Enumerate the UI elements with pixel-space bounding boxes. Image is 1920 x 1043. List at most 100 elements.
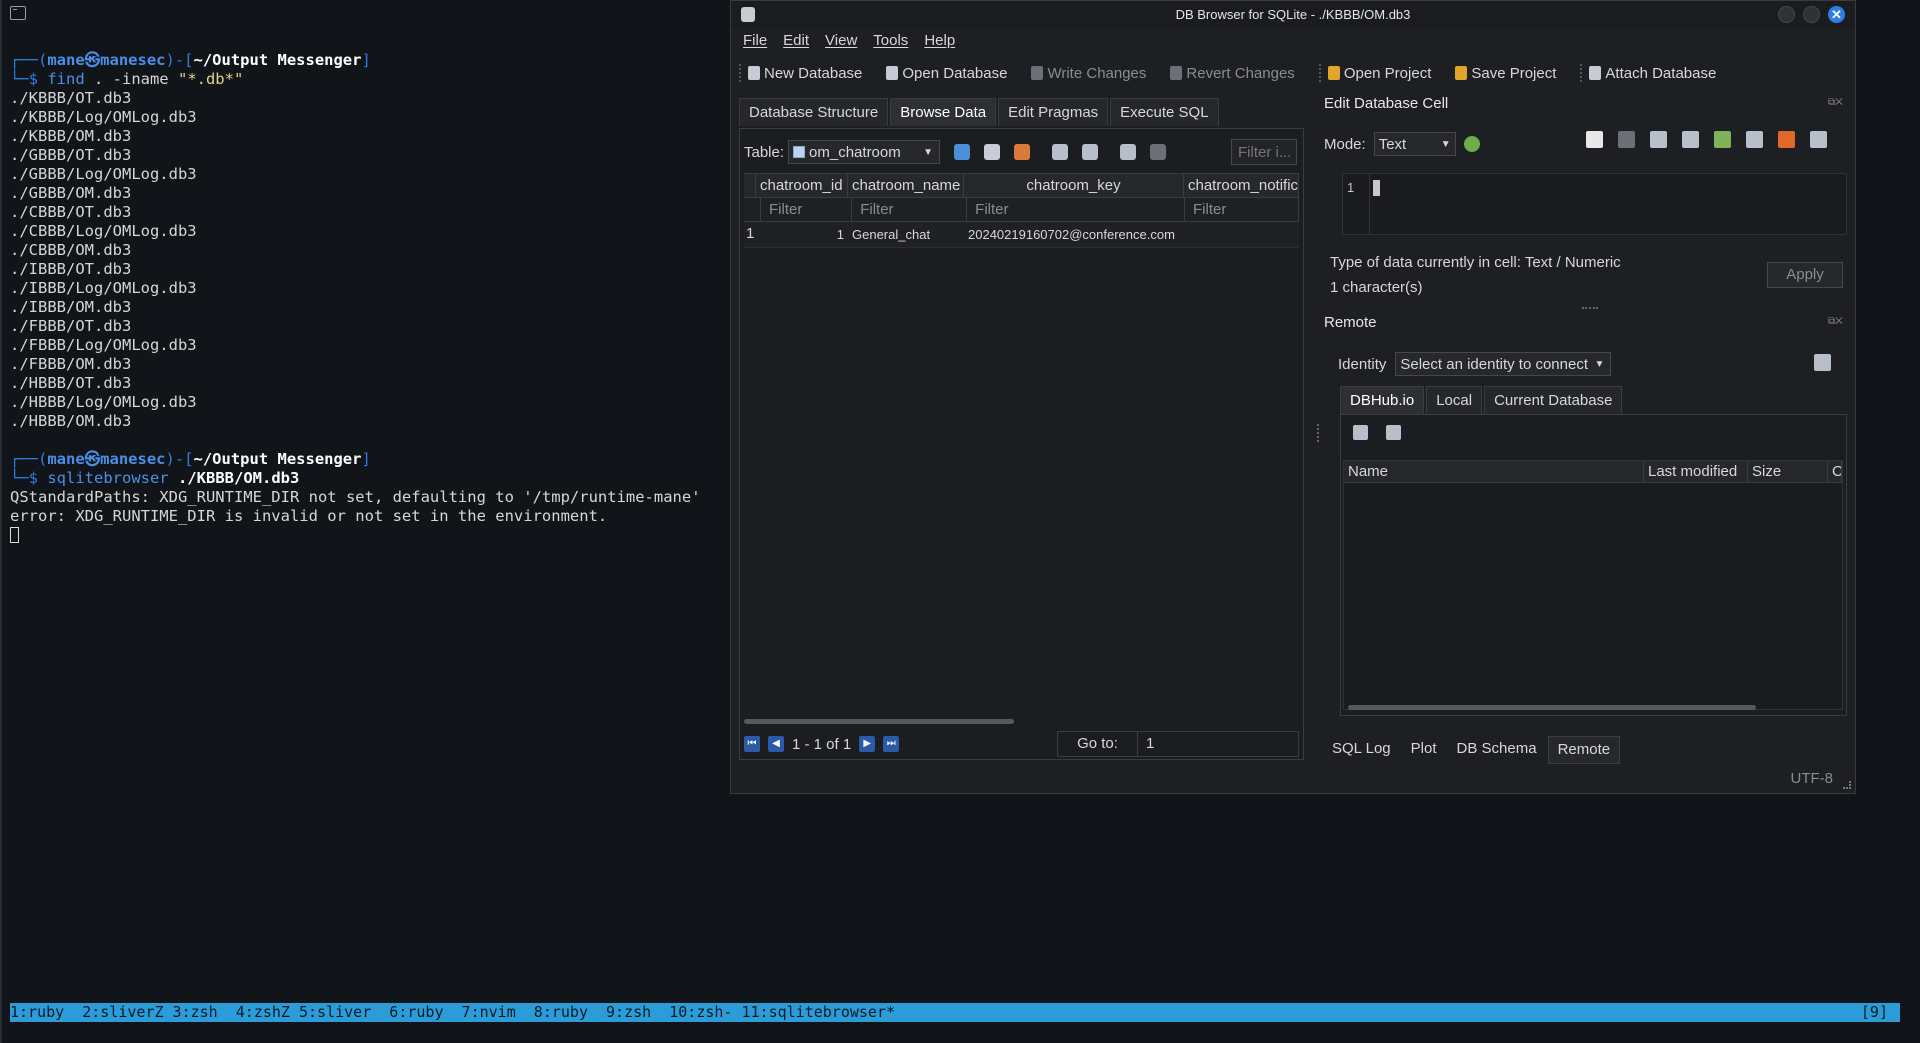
tab-current-database[interactable]: Current Database [1484, 386, 1623, 414]
next-page-icon[interactable]: ▶ [859, 736, 876, 752]
print-icon[interactable] [1810, 131, 1827, 148]
mode-select[interactable]: Text ▼ [1373, 132, 1456, 156]
output-line: ./CBBB/OM.db3 [10, 241, 132, 259]
clear-filters-icon[interactable] [984, 144, 1001, 160]
write-changes-button[interactable]: Write Changes [1031, 65, 1146, 82]
menu-view[interactable]: View [825, 32, 857, 52]
tab-local[interactable]: Local [1426, 386, 1483, 414]
identity-value: Select an identity to connect [1400, 355, 1588, 373]
revert-changes-button[interactable]: Revert Changes [1170, 65, 1295, 82]
menu-tools[interactable]: Tools [873, 32, 908, 52]
column-header[interactable]: chatroom_key [964, 174, 1184, 197]
last-page-icon[interactable]: ⏭ [883, 736, 900, 752]
dock-float-close-icon[interactable]: ⧉✕ [1828, 97, 1843, 108]
toolbar-handle[interactable] [739, 64, 742, 82]
identity-manage-icon[interactable] [1814, 354, 1831, 371]
save-view-icon[interactable] [1052, 144, 1069, 160]
tab-edit-pragmas[interactable]: Edit Pragmas [998, 98, 1109, 126]
resize-grip[interactable] [1843, 781, 1851, 789]
auto-switch-mode-icon[interactable] [1463, 136, 1480, 152]
column-header[interactable]: Last modified [1644, 461, 1748, 482]
dock-splitter[interactable] [1582, 307, 1598, 309]
minimize-button[interactable] [1778, 6, 1795, 23]
column-header[interactable]: Size [1748, 461, 1828, 482]
tab-browse-data[interactable]: Browse Data [890, 98, 997, 126]
tab-plot[interactable]: Plot [1402, 736, 1446, 764]
tab-database-structure[interactable]: Database Structure [739, 98, 889, 126]
menu-edit[interactable]: Edit [783, 32, 809, 52]
column-filter-input[interactable]: Filter [967, 198, 1186, 221]
terminal-output[interactable]: ┌──(mane㉿manesec)-[~/Output Messenger] └… [10, 51, 730, 545]
column-header[interactable]: chatroom_name [848, 174, 964, 197]
save-project-button[interactable]: Save Project [1455, 65, 1556, 82]
toolbar-handle[interactable] [1318, 64, 1322, 82]
first-page-icon[interactable]: ⏮ [744, 736, 760, 752]
close-button[interactable]: ✕ [1828, 6, 1845, 23]
window-title: DB Browser for SQLite - ./KBBB/OM.db3 [1175, 7, 1411, 22]
column-filter-input[interactable]: Filter [761, 198, 853, 221]
set-null-icon[interactable] [1714, 131, 1731, 148]
table-row[interactable]: 1 1 General_chat 20240219160702@conferen… [744, 222, 1299, 248]
column-header[interactable]: C [1828, 461, 1842, 482]
clear-icon[interactable] [1778, 131, 1795, 148]
save-icon[interactable] [1746, 131, 1763, 148]
delete-record-icon[interactable] [1150, 144, 1167, 160]
table-name: om_chatroom [809, 143, 901, 161]
refresh-icon[interactable] [1353, 425, 1368, 440]
previous-page-icon[interactable]: ◀ [768, 736, 784, 752]
output-line: ./FBBB/Log/OMLog.db3 [10, 336, 197, 354]
table-cell[interactable]: 20240219160702@conference.com [964, 222, 1184, 247]
row-number[interactable]: 1 [744, 222, 756, 247]
tab-sql-log[interactable]: SQL Log [1323, 736, 1400, 764]
column-header[interactable]: Name [1344, 461, 1644, 482]
tmux-window-list[interactable]: 1:ruby 2:sliverZ 3:zsh 4:zshZ 5:sliver 6… [10, 1003, 895, 1021]
cell-toolbar [1586, 131, 1827, 148]
column-header[interactable]: chatroom_notifica [1184, 174, 1299, 197]
apply-button[interactable]: Apply [1767, 262, 1843, 288]
dock-float-close-icon[interactable]: ⧉✕ [1828, 316, 1843, 327]
save-project-label: Save Project [1471, 64, 1557, 82]
maximize-button[interactable] [1803, 6, 1820, 23]
goto-input[interactable]: 1 [1138, 732, 1298, 756]
table-cell[interactable]: 1 [756, 222, 848, 247]
refresh-icon[interactable] [954, 144, 971, 160]
table-cell[interactable] [1184, 222, 1299, 247]
attach-database-button[interactable]: Attach Database [1589, 65, 1716, 82]
global-filter-input[interactable] [1231, 139, 1297, 165]
table-cell[interactable]: General_chat [848, 222, 964, 247]
text-document-icon[interactable] [1586, 131, 1603, 148]
row-header-corner[interactable] [744, 174, 756, 197]
column-header[interactable]: chatroom_id [756, 174, 848, 197]
column-filter-input[interactable]: Filter [1185, 198, 1299, 221]
tab-db-schema[interactable]: DB Schema [1448, 736, 1546, 764]
window-titlebar[interactable]: DB Browser for SQLite - ./KBBB/OM.db3 ✕ [731, 1, 1855, 28]
remote-tabs: DBHub.io Local Current Database [1340, 386, 1624, 414]
output-line: ./KBBB/Log/OMLog.db3 [10, 108, 197, 126]
print-icon[interactable] [1082, 144, 1099, 160]
word-wrap-icon[interactable] [1618, 131, 1635, 148]
new-database-button[interactable]: New Database [748, 65, 862, 82]
menu-help[interactable]: Help [924, 32, 955, 52]
sort-icon[interactable] [1014, 144, 1031, 160]
tab-execute-sql[interactable]: Execute SQL [1110, 98, 1219, 126]
horizontal-scrollbar[interactable] [744, 719, 1014, 724]
line-number: 1 [1347, 180, 1355, 195]
import-icon[interactable] [1650, 131, 1667, 148]
identity-select[interactable]: Select an identity to connect ▼ [1395, 352, 1612, 376]
clone-database-icon[interactable] [1386, 425, 1401, 440]
table-select[interactable]: om_chatroom ▼ [788, 140, 941, 164]
toolbar-handle[interactable] [1580, 64, 1583, 82]
insert-record-icon[interactable] [1120, 144, 1137, 160]
tab-dbhub[interactable]: DBHub.io [1340, 386, 1425, 414]
horizontal-scrollbar[interactable] [1348, 705, 1756, 710]
open-database-button[interactable]: Open Database [886, 65, 1007, 82]
column-filter-input[interactable]: Filter [852, 198, 968, 221]
menu-file[interactable]: File [743, 32, 767, 52]
open-project-button[interactable]: Open Project [1327, 65, 1431, 82]
cell-editor[interactable]: 1 [1342, 173, 1847, 235]
pane-splitter[interactable] [1317, 424, 1319, 442]
tab-remote[interactable]: Remote [1547, 736, 1621, 764]
export-icon[interactable] [1682, 131, 1699, 148]
edit-cell-heading: Edit Database Cell [1324, 95, 1449, 112]
menu-bar: File Edit View Tools Help [743, 32, 955, 52]
